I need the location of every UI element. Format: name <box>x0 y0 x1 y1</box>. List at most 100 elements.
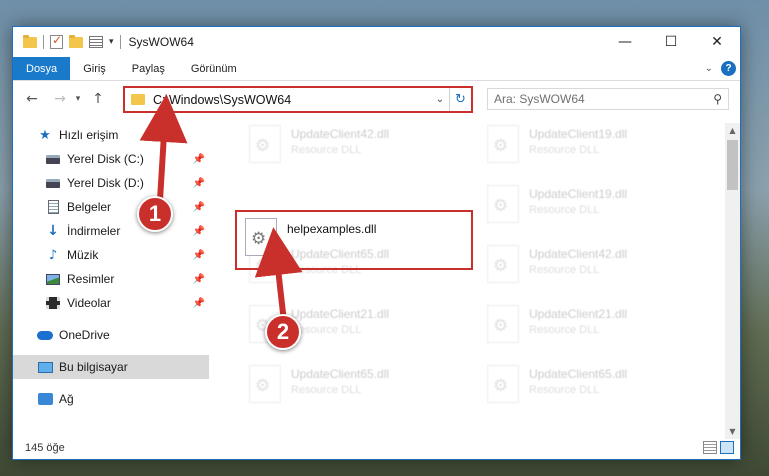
back-icon[interactable]: ← <box>21 91 43 107</box>
pin-icon[interactable]: 📌 <box>193 178 205 189</box>
file-name: UpdateClient42.dll <box>291 127 390 141</box>
pictures-icon <box>45 271 61 287</box>
view-toggle <box>703 441 734 454</box>
close-button[interactable]: ✕ <box>694 27 740 57</box>
file-type: Resource DLL <box>529 204 600 216</box>
sidebar-item-label: Videolar <box>67 296 111 310</box>
help-icon[interactable]: ? <box>721 61 736 76</box>
file-type: Resource DLL <box>291 144 362 156</box>
title-bar: ▾ SysWOW64 — ☐ ✕ <box>13 27 740 57</box>
toolbar-separator <box>43 35 44 49</box>
disk-icon <box>45 175 61 191</box>
minimize-button[interactable]: — <box>602 27 648 57</box>
file-item[interactable]: UpdateClient65.dll Resource DLL <box>487 365 687 413</box>
pin-icon[interactable]: 📌 <box>193 250 205 261</box>
vertical-scrollbar[interactable]: ▲ ▼ <box>725 123 740 439</box>
file-name: helpexamples.dll <box>287 222 377 236</box>
explorer-window: ▾ SysWOW64 — ☐ ✕ Dosya Giriş Paylaş Görü… <box>12 26 741 460</box>
file-item[interactable]: UpdateClient42.dll Resource DLL <box>249 125 449 173</box>
pin-icon[interactable]: 📌 <box>193 274 205 285</box>
new-folder-icon[interactable] <box>69 34 83 48</box>
dll-file-icon <box>249 125 281 163</box>
file-name: UpdateClient19.dll <box>529 187 628 201</box>
expand-ribbon-icon[interactable]: ⌄ <box>705 63 713 74</box>
tab-share[interactable]: Paylaş <box>119 57 178 80</box>
dll-file-icon <box>487 185 519 223</box>
folder-icon <box>131 94 145 105</box>
sidebar-item-onedrive[interactable]: OneDrive <box>13 323 209 347</box>
sidebar-item-local-disk-d[interactable]: Yerel Disk (D:) 📌 <box>13 171 209 195</box>
customize-dropdown-icon[interactable]: ▾ <box>109 37 114 47</box>
file-name: UpdateClient65.dll <box>291 367 390 381</box>
pin-icon[interactable]: 📌 <box>193 202 205 213</box>
forward-icon[interactable]: → <box>49 91 71 107</box>
sidebar-item-label: İndirmeler <box>67 224 121 238</box>
large-icons-view-icon[interactable] <box>720 441 734 454</box>
details-view-icon[interactable] <box>703 441 717 454</box>
chevron-down-icon[interactable]: ⌄ <box>431 94 449 105</box>
tab-home[interactable]: Giriş <box>70 57 119 80</box>
dll-file-icon <box>487 365 519 403</box>
dll-file-icon <box>487 245 519 283</box>
file-item[interactable]: UpdateClient21.dll Resource DLL <box>487 305 687 353</box>
computer-icon <box>37 359 53 375</box>
file-name: UpdateClient65.dll <box>529 367 628 381</box>
sidebar-item-local-disk-c[interactable]: Yerel Disk (C:) 📌 <box>13 147 209 171</box>
documents-icon <box>45 199 61 215</box>
tab-file[interactable]: Dosya <box>13 57 71 80</box>
sidebar-item-network[interactable]: Ağ <box>13 387 209 411</box>
file-name: UpdateClient21.dll <box>291 307 390 321</box>
maximize-button[interactable]: ☐ <box>648 27 694 57</box>
pin-icon[interactable]: 📌 <box>193 226 205 237</box>
refresh-icon[interactable]: ↻ <box>449 88 471 111</box>
sidebar-item-label: OneDrive <box>59 328 110 342</box>
step-callout-2: 2 <box>265 314 301 350</box>
sidebar-item-this-pc[interactable]: Bu bilgisayar <box>13 355 209 379</box>
cloud-icon <box>37 327 53 343</box>
sidebar-item-documents[interactable]: Belgeler 📌 <box>13 195 209 219</box>
sidebar-item-videos[interactable]: Videolar 📌 <box>13 291 209 315</box>
pin-icon[interactable]: 📌 <box>193 298 205 309</box>
search-input[interactable]: Ara: SysWOW64 ⚲ <box>487 88 729 110</box>
sidebar-item-quick-access[interactable]: ★ Hızlı erişim <box>13 123 209 147</box>
up-icon[interactable]: ↑ <box>87 91 109 107</box>
highlighted-file-box: helpexamples.dll <box>235 210 473 270</box>
ribbon-tabs: Dosya Giriş Paylaş Görünüm ⌄ ? <box>13 57 740 81</box>
sidebar-item-downloads[interactable]: ↓ İndirmeler 📌 <box>13 219 209 243</box>
file-item[interactable]: UpdateClient19.dll Resource DLL <box>487 185 687 233</box>
recent-locations-icon[interactable]: ▾ <box>71 94 85 104</box>
sidebar-item-pictures[interactable]: Resimler 📌 <box>13 267 209 291</box>
address-path[interactable]: C:\Windows\SysWOW64 <box>153 93 431 107</box>
file-item[interactable]: UpdateClient42.dll Resource DLL <box>487 245 687 293</box>
scroll-thumb[interactable] <box>727 140 738 190</box>
properties-check-icon[interactable] <box>50 33 63 49</box>
step-callout-1: 1 <box>137 196 173 232</box>
file-item[interactable]: UpdateClient65.dll Resource DLL <box>249 365 449 413</box>
sidebar-item-label: Belgeler <box>67 200 112 214</box>
address-bar[interactable]: C:\Windows\SysWOW64 ⌄ ↻ <box>123 86 473 113</box>
file-type: Resource DLL <box>291 384 362 396</box>
file-list: UpdateClient42.dll Resource DLL UpdateCli… <box>219 123 725 439</box>
network-icon <box>37 391 53 407</box>
quick-access-toolbar: ▾ <box>13 33 121 49</box>
search-icon[interactable]: ⚲ <box>713 92 722 106</box>
sidebar-item-label: Ağ <box>59 392 74 406</box>
folder-icon <box>23 34 37 48</box>
sidebar-item-label: Yerel Disk (C:) <box>67 152 144 166</box>
videos-icon <box>45 295 61 311</box>
scroll-up-icon[interactable]: ▲ <box>725 123 740 138</box>
music-icon: ♪ <box>48 247 58 263</box>
dll-file-icon <box>245 218 277 256</box>
pin-icon[interactable]: 📌 <box>193 154 205 165</box>
downloads-icon: ↓ <box>47 223 59 239</box>
sidebar-item-music[interactable]: ♪ Müzik 📌 <box>13 243 209 267</box>
file-item[interactable]: UpdateClient19.dll Resource DLL <box>487 125 687 173</box>
file-item-helpexamples[interactable]: helpexamples.dll <box>245 218 445 266</box>
search-placeholder: Ara: SysWOW64 <box>494 92 585 106</box>
sidebar-item-label: Resimler <box>67 272 115 286</box>
properties-icon[interactable] <box>89 36 103 48</box>
sidebar-item-label: Hızlı erişim <box>59 128 119 142</box>
file-name: UpdateClient19.dll <box>529 127 628 141</box>
tab-view[interactable]: Görünüm <box>178 57 250 80</box>
star-icon: ★ <box>39 127 51 143</box>
